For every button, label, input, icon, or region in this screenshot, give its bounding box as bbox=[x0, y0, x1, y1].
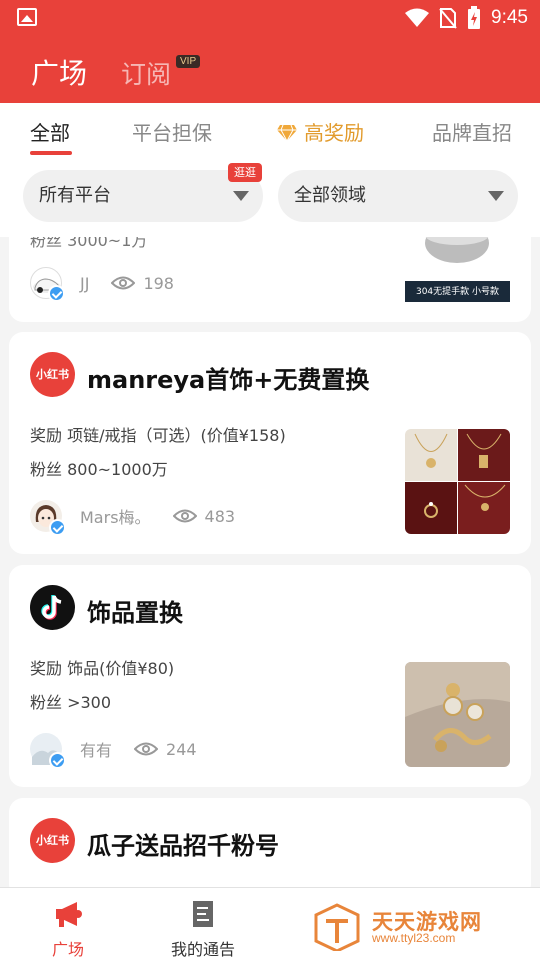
card-thumbnail bbox=[405, 429, 510, 534]
avatar bbox=[30, 500, 66, 536]
card-fans: 粉丝 3000~1万 bbox=[30, 237, 148, 250]
nav-my-notices-label: 我的通告 bbox=[170, 940, 235, 959]
card-views: 483 bbox=[204, 506, 236, 526]
card-title: 瓜子送品招千粉号 bbox=[87, 832, 279, 860]
card-meta: 有有 244 bbox=[30, 732, 197, 769]
card-views: 244 bbox=[166, 739, 197, 759]
card-views: 198 bbox=[143, 273, 174, 293]
filter-tab-all[interactable]: 全部 bbox=[30, 117, 70, 146]
douyin-logo-icon bbox=[30, 585, 75, 630]
card-meta: JJ 198 bbox=[30, 266, 174, 302]
task-card[interactable]: 抖音 饰品置换 奖励 饰品(价值¥80) 粉丝 >300 有有 244 bbox=[9, 565, 531, 787]
domain-select-value: 全部领域 bbox=[294, 185, 366, 206]
avatar bbox=[30, 733, 66, 769]
notice-icon bbox=[193, 901, 213, 927]
chevron-down-icon bbox=[233, 191, 249, 201]
verified-icon bbox=[48, 285, 65, 302]
avatar bbox=[30, 267, 65, 302]
eye-icon bbox=[172, 509, 197, 523]
card-title: 饰品置换 bbox=[87, 599, 183, 627]
app-header: 9:45 广场 订阅 VIP bbox=[0, 0, 540, 103]
platform-select-value: 所有平台 bbox=[39, 185, 111, 206]
nav-plaza-label: 广场 bbox=[51, 940, 84, 959]
card-username: 有有 bbox=[80, 741, 113, 760]
battery-charging-icon bbox=[468, 6, 481, 29]
platform-select[interactable]: 所有平台 bbox=[23, 170, 263, 222]
vip-badge: VIP bbox=[176, 55, 201, 68]
nav-plaza[interactable]: 广场 bbox=[13, 888, 123, 960]
eye-icon bbox=[134, 742, 159, 756]
task-card[interactable]: 小红书 瓜子送品招千粉号 bbox=[9, 798, 531, 898]
card-title: manreya首饰+无费置换 bbox=[87, 366, 370, 394]
status-bar: 9:45 bbox=[0, 0, 540, 36]
status-icons: 9:45 bbox=[405, 5, 528, 31]
card-reward: 奖励 项链/戒指（可选）(价值¥158) bbox=[30, 426, 286, 445]
filter-tab-brand-recruit[interactable]: 品牌直招 bbox=[432, 117, 512, 146]
filter-tab-high-reward[interactable]: 高奖励 bbox=[276, 117, 364, 146]
filter-panel: 全部 平台担保 高奖励 品牌直招 所有平台 逛逛 全部领域 bbox=[0, 103, 540, 237]
diamond-icon bbox=[277, 124, 297, 142]
card-thumbnail bbox=[405, 662, 510, 767]
card-username: JJ bbox=[80, 273, 90, 293]
card-fans: 粉丝 800~1000万 bbox=[30, 460, 168, 479]
task-card[interactable]: 小红书 manreya首饰+无费置换 奖励 项链/戒指（可选）(价值¥158) … bbox=[9, 332, 531, 554]
active-tab-indicator bbox=[30, 151, 72, 155]
xiaohongshu-logo-icon: 小红书 bbox=[30, 818, 75, 863]
task-card[interactable]: 粉丝 3000~1万 JJ 198 304无提手款 小号款 bbox=[9, 237, 531, 322]
filter-tab-platform-guarantee[interactable]: 平台担保 bbox=[132, 117, 212, 146]
platform-badge: 逛逛 bbox=[228, 163, 262, 182]
card-fans: 粉丝 >300 bbox=[30, 693, 112, 712]
image-notification-icon bbox=[17, 8, 37, 26]
high-reward-label: 高奖励 bbox=[304, 121, 364, 145]
verified-icon bbox=[49, 752, 66, 769]
domain-select[interactable]: 全部领域 bbox=[278, 170, 518, 222]
chevron-down-icon bbox=[488, 191, 504, 201]
nav-my-notices[interactable]: 我的通告 bbox=[148, 888, 258, 960]
watermark-url: www.ttyl23.com bbox=[372, 931, 456, 945]
xiaohongshu-logo-icon: 小红书 bbox=[30, 352, 75, 397]
card-thumbnail: 304无提手款 小号款 bbox=[405, 237, 510, 302]
wifi-icon bbox=[405, 8, 430, 27]
verified-icon bbox=[49, 519, 66, 536]
megaphone-icon bbox=[56, 902, 82, 927]
card-meta: Mars梅。 483 bbox=[30, 499, 236, 536]
tab-subscribe[interactable]: 订阅 bbox=[121, 55, 171, 91]
tab-plaza[interactable]: 广场 bbox=[31, 52, 87, 92]
clock: 9:45 bbox=[491, 7, 528, 28]
thumbnail-caption: 304无提手款 小号款 bbox=[415, 287, 500, 297]
eye-icon bbox=[111, 276, 136, 290]
no-sim-icon bbox=[439, 8, 457, 29]
card-reward: 奖励 饰品(价值¥80) bbox=[30, 659, 175, 678]
card-username: Mars梅。 bbox=[80, 508, 151, 527]
